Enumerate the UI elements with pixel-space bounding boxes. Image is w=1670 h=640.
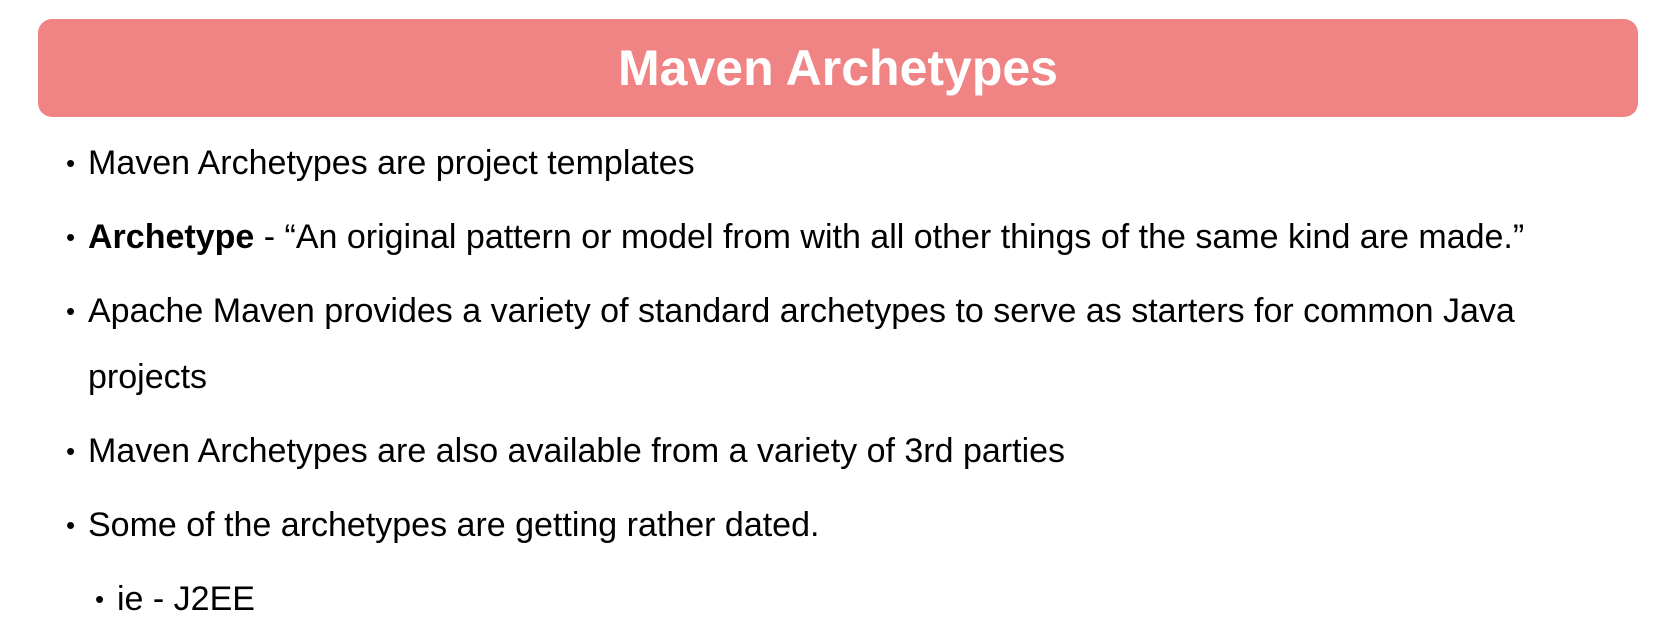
bullet-item: • Some of the archetypes are getting rat…: [66, 492, 1646, 558]
bullet-dot-icon: •: [95, 584, 105, 614]
bullet-text: Maven Archetypes are project templates: [88, 144, 695, 182]
slide-title: Maven Archetypes: [618, 40, 1058, 96]
bullet-text: Maven Archetypes are also available from…: [88, 432, 1066, 470]
title-banner: Maven Archetypes: [38, 19, 1638, 117]
bullet-text: Some of the archetypes are getting rathe…: [88, 506, 820, 544]
bullet-dot-icon: •: [66, 222, 76, 252]
bullet-list: • Maven Archetypes are project templates…: [66, 130, 1646, 640]
bullet-text: - “An original pattern or model from wit…: [254, 218, 1525, 256]
bullet-item: • Archetype - “An original pattern or mo…: [66, 204, 1646, 270]
bullet-dot-icon: •: [66, 436, 76, 466]
bullet-item: • Maven Archetypes are project templates: [66, 130, 1646, 196]
bullet-item: • Apache Maven provides a variety of sta…: [66, 278, 1578, 410]
sub-bullet-item: • ie - J2EE: [95, 566, 1646, 632]
bullet-dot-icon: •: [66, 296, 76, 326]
sub-bullet-text: ie - J2EE: [117, 580, 255, 618]
bullet-item: • Maven Archetypes are also available fr…: [66, 418, 1646, 484]
bullet-text: Apache Maven provides a variety of stand…: [88, 292, 1515, 396]
bullet-term: Archetype: [88, 218, 255, 256]
bullet-dot-icon: •: [66, 510, 76, 540]
bullet-dot-icon: •: [66, 148, 76, 178]
